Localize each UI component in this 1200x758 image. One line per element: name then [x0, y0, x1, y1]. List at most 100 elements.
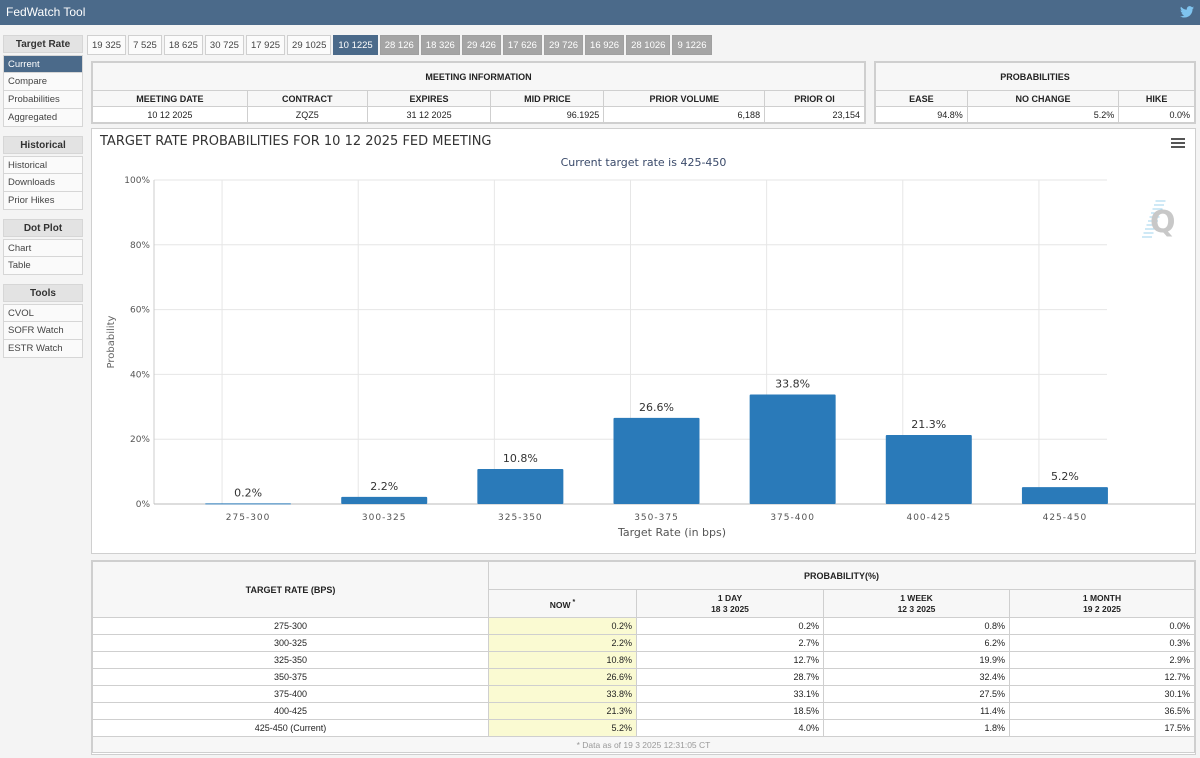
- x-tick-label: 325-350: [498, 513, 543, 523]
- rate-cell: 325-350: [92, 651, 489, 669]
- data-timestamp: * Data as of 19 3 2025 12:31:05 CT: [92, 736, 1195, 753]
- table-row: 350-375 26.6% 28.7% 32.4% 12.7%: [92, 668, 1195, 686]
- probability-cell: 0.8%: [823, 617, 1010, 635]
- sidebar: Target Rate Current Compare Probabilities Ag…: [3, 35, 83, 358]
- probability-cell: 2.7%: [636, 634, 824, 652]
- probability-cell: 30.1%: [1009, 685, 1195, 703]
- value-prior-oi: 23,154: [764, 106, 865, 123]
- data-label: 33.8%: [775, 377, 810, 390]
- data-label: 10.8%: [503, 452, 538, 465]
- data-label: 2.2%: [370, 480, 398, 493]
- col-label: NOW: [549, 599, 571, 610]
- meeting-tab[interactable]: 18 326: [420, 35, 460, 55]
- value-contract: ZQZ5: [246, 106, 368, 123]
- probability-cell: 28.7%: [636, 668, 824, 686]
- sidebar-item-sofr-watch[interactable]: SOFR Watch: [3, 322, 83, 340]
- sidebar-section-target-rate: Target Rate: [3, 35, 83, 53]
- probability-cell: 33.1%: [636, 685, 824, 703]
- bar-425-450[interactable]: [1021, 487, 1108, 504]
- meeting-tab[interactable]: 17 925: [245, 35, 286, 55]
- target-rate-header: TARGET RATE (BPS): [92, 561, 489, 618]
- sidebar-item-compare[interactable]: Compare: [3, 73, 83, 91]
- x-tick-label: 275-300: [226, 513, 271, 523]
- sidebar-item-chart[interactable]: Chart: [3, 239, 83, 257]
- meeting-tab[interactable]: 29 1025: [287, 35, 332, 55]
- probability-cell: 5.2%: [488, 719, 637, 737]
- probabilities-title: PROBABILITIES: [875, 62, 1195, 91]
- app-header: FedWatch Tool: [0, 0, 1200, 25]
- probability-cell: 11.4%: [823, 702, 1010, 720]
- sidebar-item-aggregated[interactable]: Aggregated: [3, 109, 83, 127]
- value-no-change: 5.2%: [966, 106, 1120, 123]
- col-1-month: 1 MONTH 19 2 2025: [1009, 589, 1195, 618]
- meeting-tab[interactable]: 9 1226: [672, 35, 712, 55]
- col-hike: HIKE: [1118, 90, 1195, 107]
- probability-cell: 12.7%: [1009, 668, 1195, 686]
- y-tick-label: 0%: [136, 500, 151, 510]
- meeting-tab[interactable]: 19 325: [87, 35, 127, 55]
- bar-300-325[interactable]: [341, 496, 428, 504]
- x-tick-label: 425-450: [1043, 513, 1088, 523]
- bar-350-375[interactable]: [613, 417, 700, 504]
- table-row: 325-350 10.8% 12.7% 19.9% 2.9%: [92, 651, 1195, 669]
- probability-cell: 0.0%: [1009, 617, 1195, 635]
- probability-cell: 10.8%: [488, 651, 637, 669]
- sidebar-item-historical[interactable]: Historical: [3, 156, 83, 174]
- meeting-info-table: MEETING INFORMATION MEETING DATE CONTRACT…: [92, 62, 865, 123]
- bar-375-400[interactable]: [749, 394, 836, 504]
- watermark-logo: Q: [1150, 205, 1176, 240]
- meeting-tab[interactable]: 29 426: [461, 35, 501, 55]
- probability-cell: 21.3%: [488, 702, 637, 720]
- value-meeting-date: 10 12 2025: [92, 106, 248, 123]
- table-footer: * Data as of 19 3 2025 12:31:05 CT: [92, 736, 1195, 753]
- probability-cell: 33.8%: [488, 685, 637, 703]
- value-mid-price: 96.1925: [490, 106, 605, 123]
- meeting-tab[interactable]: 16 926: [585, 35, 625, 55]
- data-label: 5.2%: [1051, 470, 1079, 483]
- twitter-icon[interactable]: [1180, 6, 1194, 18]
- col-contract: CONTRACT: [246, 90, 368, 107]
- app-title: FedWatch Tool: [6, 5, 86, 19]
- probability-cell: 0.3%: [1009, 634, 1195, 652]
- meeting-tab[interactable]: 17 626: [502, 35, 542, 55]
- col-date: 12 3 2025: [897, 603, 936, 614]
- bar-chart: 0% 20% 40% 60% 80% 100% 0.2% 275-300 2.2% 300-325…: [106, 176, 1195, 539]
- sidebar-item-current[interactable]: Current: [3, 55, 83, 73]
- sidebar-item-table[interactable]: Table: [3, 257, 83, 275]
- table-row: 425-450 (Current) 5.2% 4.0% 1.8% 17.5%: [92, 719, 1195, 737]
- data-label: 0.2%: [234, 486, 262, 499]
- meeting-tab[interactable]: 28 1026: [626, 35, 671, 55]
- col-label: 1 WEEK: [900, 592, 933, 603]
- y-axis-title: Probability: [106, 315, 117, 368]
- sidebar-item-probabilities[interactable]: Probabilities: [3, 91, 83, 109]
- sidebar-item-estr-watch[interactable]: ESTR Watch: [3, 340, 83, 358]
- probability-table: TARGET RATE (BPS) PROBABILITY(%) NOW * 1 D…: [92, 561, 1195, 753]
- rate-cell: 375-400: [92, 685, 489, 703]
- bar-275-300[interactable]: [205, 503, 292, 505]
- col-mid-price: MID PRICE: [490, 90, 605, 107]
- bar-325-350[interactable]: [477, 469, 564, 504]
- col-prior-volume: PRIOR VOLUME: [603, 90, 766, 107]
- meeting-tab[interactable]: 7 525: [128, 35, 162, 55]
- probability-cell: 0.2%: [488, 617, 637, 635]
- sidebar-item-prior-hikes[interactable]: Prior Hikes: [3, 192, 83, 210]
- meeting-tab[interactable]: 29 726: [543, 35, 584, 55]
- probability-cell: 6.2%: [823, 634, 1010, 652]
- meeting-tab[interactable]: 18 625: [163, 35, 203, 55]
- rate-cell: 425-450 (Current): [92, 719, 489, 737]
- col-date: 18 3 2025: [711, 603, 749, 614]
- meeting-tab[interactable]: 28 126: [379, 35, 419, 55]
- meeting-tab[interactable]: 30 725: [204, 35, 244, 55]
- col-date: 19 2 2025: [1083, 603, 1121, 614]
- probability-cell: 1.8%: [823, 719, 1010, 737]
- rate-cell: 275-300: [92, 617, 489, 635]
- meeting-tabs: 19 325 7 525 18 625 30 725 17 925 29 1025 10 1…: [87, 35, 714, 55]
- bar-400-425[interactable]: [885, 434, 972, 504]
- meeting-tab[interactable]: 10 1225: [333, 35, 378, 55]
- sidebar-item-cvol[interactable]: CVOL: [3, 304, 83, 322]
- sidebar-item-downloads[interactable]: Downloads: [3, 174, 83, 192]
- sidebar-section-tools: Tools: [3, 284, 83, 302]
- probability-cell: 17.5%: [1009, 719, 1195, 737]
- probability-cell: 2.2%: [488, 634, 637, 652]
- col-meeting-date: MEETING DATE: [92, 90, 248, 107]
